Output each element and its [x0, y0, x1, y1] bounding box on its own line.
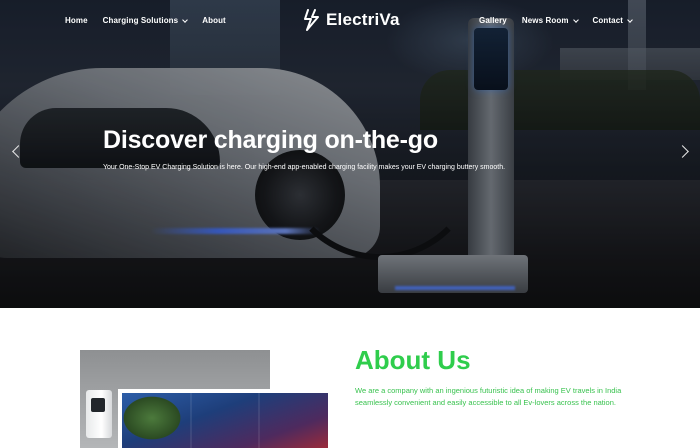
nav-about[interactable]: About	[202, 16, 226, 25]
nav-news-room-label: News Room	[521, 16, 569, 25]
chevron-down-icon	[182, 16, 189, 23]
nav-home[interactable]: Home	[65, 16, 88, 25]
main-nav-left: Home Charging Solutions About	[65, 16, 241, 25]
about-text: We are a company with an ingenious futur…	[355, 386, 622, 407]
main-nav-right: Gallery News Room Contact	[479, 16, 647, 25]
nav-contact[interactable]: Contact	[592, 16, 633, 25]
nav-gallery[interactable]: Gallery	[479, 16, 507, 25]
nav-gallery-label: Gallery	[479, 16, 507, 25]
wall-charger-screen	[91, 398, 105, 412]
nav-contact-label: Contact	[592, 16, 624, 25]
nav-charging-solutions-label: Charging Solutions	[102, 16, 179, 25]
trees-image	[122, 393, 192, 448]
nav-home-label: Home	[65, 16, 88, 25]
nav-charging-solutions[interactable]: Charging Solutions	[102, 16, 189, 25]
about-title: About Us	[355, 345, 471, 375]
logo-text: ElectriVa	[326, 10, 400, 29]
hero-subtitle: Your One-Stop EV Charging Solution is he…	[103, 164, 506, 171]
chevron-down-icon	[627, 16, 633, 23]
nav-about-label: About	[202, 16, 226, 25]
hero-title: Discover charging on-the-go	[103, 126, 438, 154]
nav-news-room[interactable]: News Room	[521, 16, 579, 25]
site-logo[interactable]: ElectriVa	[302, 9, 400, 31]
chevron-down-icon	[572, 16, 579, 23]
lightning-bolt-icon	[304, 9, 319, 31]
